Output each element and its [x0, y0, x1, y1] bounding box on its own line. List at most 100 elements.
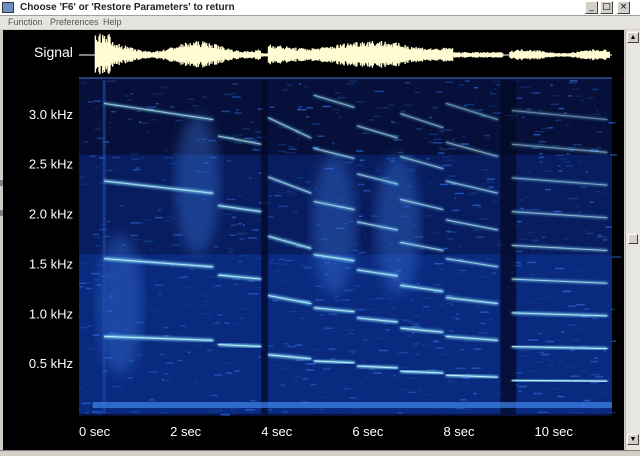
spectrogram-noise	[436, 347, 444, 349]
y-tick-label: 2.0 kHz	[29, 207, 73, 222]
spectrogram-noise	[451, 316, 455, 319]
spectrogram-noise	[272, 299, 280, 302]
spectrogram-noise	[562, 237, 569, 240]
spectrogram-noise	[330, 399, 335, 402]
spectrogram-noise	[405, 81, 410, 84]
spectrogram-noise	[583, 399, 591, 402]
spectrogram-noise	[603, 239, 608, 241]
spectrogram-noise	[564, 165, 574, 167]
spectrogram-noise	[130, 234, 139, 237]
x-tick-label: 2 sec	[170, 424, 202, 439]
spectrogram-noise	[194, 382, 199, 384]
spectrogram-noise	[553, 210, 562, 213]
spectrogram-noise	[528, 273, 535, 276]
spectrogram-noise	[411, 325, 421, 328]
vertical-scrollbar[interactable]: ▲ ▼	[625, 30, 640, 450]
spectrogram-noise	[347, 350, 357, 352]
spectrogram-noise	[450, 360, 459, 363]
spectrogram-noise	[486, 178, 495, 180]
spectrogram-noise	[306, 115, 310, 118]
spectrogram-noise	[317, 135, 325, 137]
spectrogram-svg[interactable]: 0.5 kHz 1.0 kHz 1.5 kHz 2.0 kHz 2.5 kHz 3.0 k…	[3, 30, 624, 450]
restore-button[interactable]: □	[600, 1, 613, 14]
scroll-down-icon[interactable]: ▼	[627, 434, 639, 445]
spectrogram-noise	[401, 110, 406, 113]
spectrogram-noise	[564, 336, 569, 339]
spectrogram-noise	[285, 245, 289, 247]
spectrogram-noise	[375, 107, 385, 109]
spectrogram-noise	[472, 364, 478, 366]
spectrogram-noise	[596, 131, 603, 133]
spectrogram-noise	[128, 377, 133, 379]
title-bar[interactable]: Choose 'F6' or 'Restore Parameters' to r…	[0, 0, 640, 16]
spectrogram-noise	[439, 147, 442, 149]
spectrogram-noise	[365, 376, 369, 378]
scroll-thumb[interactable]	[628, 234, 638, 244]
spectrogram-noise	[427, 182, 432, 184]
spectrogram-noise	[434, 262, 444, 265]
spectrogram-noise	[180, 325, 187, 327]
spectrogram-noise	[580, 290, 585, 293]
spectrogram-noise	[294, 376, 302, 378]
menu-help[interactable]: Help	[103, 17, 122, 27]
spectrogram-noise	[550, 84, 553, 87]
spectrogram-noise	[138, 121, 142, 123]
spectrogram-noise	[426, 158, 430, 160]
spectrogram-noise	[274, 269, 281, 272]
spectrogram-noise	[443, 292, 453, 294]
spectrogram-noise	[174, 153, 178, 155]
spectrogram-noise	[208, 286, 216, 289]
spectrogram-noise	[333, 372, 338, 375]
spectrogram-noise	[520, 86, 530, 88]
spectrogram-noise	[388, 104, 394, 106]
spectrogram-noise	[563, 161, 571, 164]
spectrogram-noise	[608, 121, 616, 124]
spectrogram-noise	[108, 121, 111, 124]
spectrogram-noise	[516, 97, 522, 99]
spectrogram-panel[interactable]: 0.5 kHz 1.0 kHz 1.5 kHz 2.0 kHz 2.5 kHz 3.0 k…	[3, 30, 624, 450]
app-icon[interactable]	[2, 2, 14, 13]
spectrogram-noise	[517, 298, 522, 300]
spectrogram-noise	[297, 108, 307, 111]
spectrogram-noise	[472, 229, 481, 231]
menu-function[interactable]: Function	[8, 17, 43, 27]
spectrogram-noise	[424, 215, 432, 217]
spectrogram-noise	[187, 336, 191, 338]
spectrogram-noise	[315, 299, 325, 301]
spectrogram-noise	[148, 371, 158, 373]
x-tick-label: 4 sec	[261, 424, 293, 439]
spectrogram-noise	[438, 353, 448, 356]
spectrogram-noise	[192, 344, 200, 347]
spectrogram-noise	[169, 106, 175, 108]
spectrogram-noise	[548, 388, 558, 390]
spectrogram-noise	[561, 331, 565, 333]
spectrogram-noise	[233, 142, 242, 144]
spectrogram-noise	[268, 262, 279, 265]
spectrogram-noise	[220, 413, 231, 416]
spectrogram-noise	[580, 370, 591, 372]
scroll-up-icon[interactable]: ▲	[627, 32, 639, 43]
spectrogram-noise	[148, 309, 158, 312]
spectrogram-noise	[213, 374, 223, 376]
menu-preferences[interactable]: Preferences	[50, 17, 99, 27]
spectrogram-noise	[594, 190, 601, 193]
spectrogram-noise	[186, 305, 191, 307]
spectrogram-noise	[284, 259, 293, 262]
spectrogram-noise	[478, 332, 489, 334]
spectrogram-noise	[570, 375, 580, 377]
spectrogram-noise	[247, 280, 255, 282]
spectrogram-noise	[318, 408, 324, 411]
spectrogram-noise	[570, 349, 574, 352]
spectrogram-noise	[155, 216, 163, 219]
close-button[interactable]: ×	[617, 1, 630, 14]
spectrogram-noise	[234, 112, 242, 114]
spectrogram-noise	[252, 138, 258, 140]
spectrogram-noise	[335, 411, 338, 414]
spectrogram-noise	[372, 115, 382, 118]
minimize-button[interactable]: _	[585, 1, 598, 14]
horizontal-scrollbar[interactable]	[0, 450, 640, 456]
spectrogram-noise	[448, 330, 454, 332]
spectrogram-noise	[306, 107, 314, 109]
spectrogram-noise	[162, 179, 166, 181]
spectrogram-noise	[580, 99, 585, 102]
